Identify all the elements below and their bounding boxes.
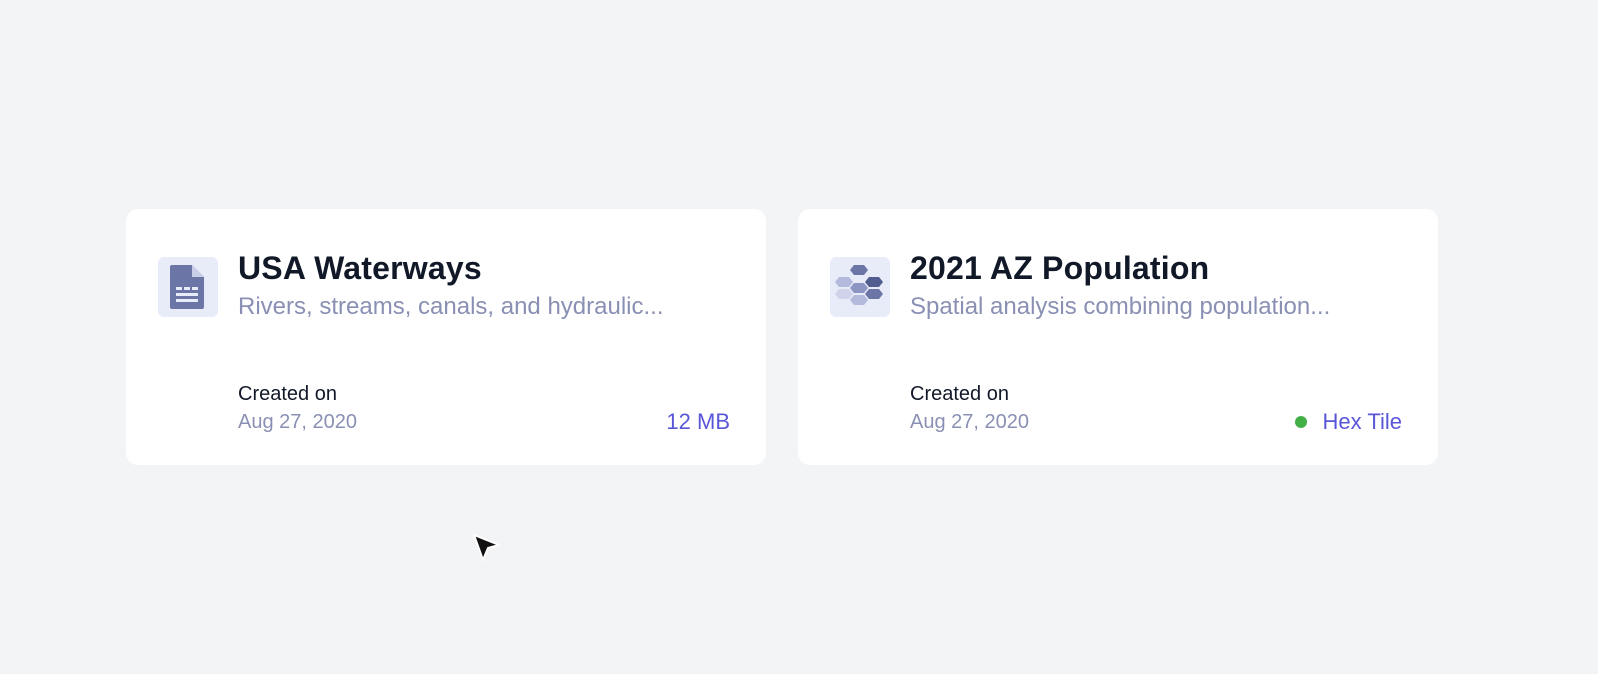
card-title: 2021 AZ Population: [910, 250, 1210, 286]
file-size: 12 MB: [666, 409, 730, 435]
layer-type: Hex Tile: [1294, 409, 1402, 435]
mouse-cursor-icon: [470, 532, 504, 566]
created-date: Aug 27, 2020: [238, 411, 357, 433]
card-description: Spatial analysis combining population...: [910, 293, 1331, 320]
document-icon: [158, 257, 218, 317]
layer-type-text: Hex Tile: [1322, 409, 1402, 434]
created-label: Created on: [238, 383, 337, 405]
status-dot-icon: [1294, 416, 1307, 428]
created-date: Aug 27, 2020: [910, 411, 1029, 433]
file-size-text: 12 MB: [666, 409, 730, 434]
dataset-card-usa-waterways[interactable]: USA Waterways Rivers, streams, canals, a…: [126, 209, 766, 465]
created-label: Created on: [910, 383, 1009, 405]
dataset-card-2021-az-population[interactable]: 2021 AZ Population Spatial analysis comb…: [798, 209, 1438, 465]
card-title: USA Waterways: [238, 250, 482, 286]
hex-tile-icon: [830, 257, 890, 317]
card-description: Rivers, streams, canals, and hydraulic..…: [238, 293, 664, 320]
